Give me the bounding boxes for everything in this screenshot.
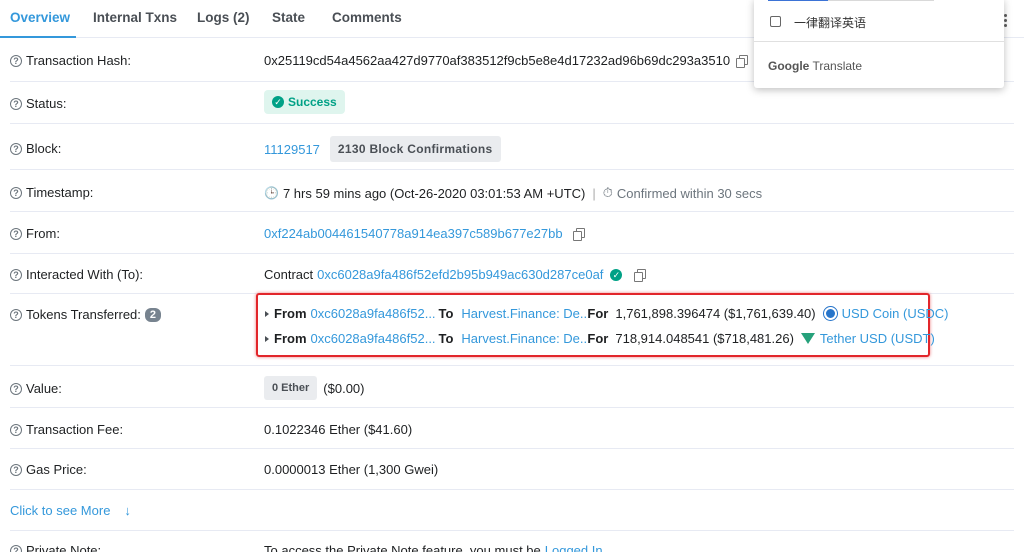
block-row: ? Block: 11129517 2130 Block Confirmations bbox=[10, 124, 1014, 170]
help-icon[interactable]: ? bbox=[10, 227, 22, 240]
timer-icon: ⏱ bbox=[602, 185, 613, 200]
private-note-label: Private Note: bbox=[26, 543, 102, 552]
gas-price-label: Gas Price: bbox=[26, 462, 87, 477]
transfer-amount: 718,914.048541 ($718,481.26) bbox=[615, 331, 794, 346]
help-icon[interactable]: ? bbox=[10, 382, 22, 395]
private-note-row: ? Private Note: To access the Private Not… bbox=[10, 531, 1014, 552]
block-confirmations-badge: 2130 Block Confirmations bbox=[329, 136, 501, 162]
token-transfer-item: From 0xc6028a9fa486f52... To Harvest.Fin… bbox=[258, 331, 935, 346]
status-badge: ✓ Success bbox=[264, 90, 345, 114]
contract-prefix: Contract bbox=[264, 267, 314, 282]
tx-hash-value: 0x25119cd54a4562aa427d9770af383512f9cb5e… bbox=[264, 53, 731, 68]
token-link[interactable]: USD Coin (USDC) bbox=[842, 306, 949, 321]
fee-row: ? Transaction Fee: 0.1022346 Ether ($41.6… bbox=[10, 408, 1014, 449]
block-label: Block: bbox=[26, 141, 62, 156]
interacted-with-row: ? Interacted With (To): Contract 0xc6028a… bbox=[10, 254, 1014, 294]
translate-popup: 一律翻译英语 Google Translate bbox=[754, 0, 1004, 88]
transfer-to-link[interactable]: Harvest.Finance: De... bbox=[461, 306, 590, 321]
status-row: ? Status: ✓ Success bbox=[10, 82, 1014, 124]
copy-icon[interactable] bbox=[736, 54, 749, 68]
from-label: From: bbox=[26, 226, 60, 241]
tx-hash-label: Transaction Hash: bbox=[26, 53, 132, 68]
token-transfers-highlight: From 0xc6028a9fa486f52... To Harvest.Fin… bbox=[256, 293, 949, 357]
see-more-row: Click to see More ↓ bbox=[10, 490, 1014, 531]
popup-divider bbox=[754, 41, 1004, 42]
timestamp-row: ? Timestamp: 🕒 7 hrs 59 mins ago (Oct-26-… bbox=[10, 170, 1014, 212]
fee-value: 0.1022346 Ether ($41.60) bbox=[264, 422, 413, 437]
transfer-from-link[interactable]: 0xc6028a9fa486f52... bbox=[311, 331, 436, 346]
timestamp-label: Timestamp: bbox=[26, 185, 94, 200]
help-icon[interactable]: ? bbox=[10, 186, 22, 199]
value-row: ? Value: 0 Ether ($0.00) bbox=[10, 366, 1014, 408]
confirmed-within: Confirmed within 30 secs bbox=[616, 185, 763, 201]
usdc-icon bbox=[822, 306, 838, 321]
value-label: Value: bbox=[26, 381, 62, 396]
popup-active-bar bbox=[768, 0, 828, 1]
help-icon[interactable]: ? bbox=[10, 268, 22, 281]
token-count-badge: 2 bbox=[144, 307, 162, 322]
transfer-from-link[interactable]: 0xc6028a9fa486f52... bbox=[311, 306, 436, 321]
help-icon[interactable]: ? bbox=[10, 463, 22, 476]
tab-internal-txns[interactable]: Internal Txns bbox=[93, 10, 177, 25]
copy-icon[interactable] bbox=[634, 268, 647, 282]
tab-comments[interactable]: Comments bbox=[332, 10, 402, 25]
google-translate-brand: Google Translate bbox=[768, 59, 863, 73]
copy-icon[interactable] bbox=[572, 227, 585, 241]
check-circle-icon: ✓ bbox=[272, 96, 284, 108]
from-row: ? From: 0xf224ab004461540778a914ea397c589… bbox=[10, 212, 1014, 254]
fee-label: Transaction Fee: bbox=[26, 422, 124, 437]
token-transfer-item: From 0xc6028a9fa486f52... To Harvest.Fin… bbox=[258, 306, 949, 321]
token-link[interactable]: Tether USD (USDT) bbox=[820, 331, 935, 346]
help-icon[interactable]: ? bbox=[10, 97, 22, 110]
tab-logs[interactable]: Logs (2) bbox=[197, 10, 250, 25]
always-translate-checkbox[interactable] bbox=[770, 16, 781, 27]
contract-address-link[interactable]: 0xc6028a9fa486f52efd2b95b949ac630d287ce0… bbox=[317, 267, 603, 282]
tokens-transferred-label: Tokens Transferred: bbox=[26, 307, 141, 322]
interacted-with-label: Interacted With (To): bbox=[26, 267, 144, 282]
timestamp-value: 7 hrs 59 mins ago (Oct-26-2020 03:01:53 … bbox=[282, 185, 586, 201]
from-address-link[interactable]: 0xf224ab004461540778a914ea397c589b677e27… bbox=[264, 226, 563, 241]
usd-value: ($0.00) bbox=[323, 380, 365, 396]
arrow-down-icon[interactable]: ↓ bbox=[124, 503, 131, 518]
help-icon[interactable]: ? bbox=[10, 544, 22, 552]
help-icon[interactable]: ? bbox=[10, 142, 22, 155]
gas-price-row: ? Gas Price: 0.0000013 Ether (1,300 Gwei) bbox=[10, 449, 1014, 490]
login-link[interactable]: Logged In bbox=[545, 543, 603, 552]
private-note-text: To access the Private Note feature, you … bbox=[264, 543, 541, 552]
block-number-link[interactable]: 11129517 bbox=[264, 142, 320, 157]
help-icon[interactable]: ? bbox=[10, 308, 22, 321]
separator: | bbox=[592, 185, 596, 201]
transfer-amount: 1,761,898.396474 ($1,761,639.40) bbox=[615, 306, 816, 321]
more-options-icon[interactable] bbox=[1004, 14, 1008, 28]
always-translate-option[interactable]: 一律翻译英语 bbox=[794, 14, 866, 31]
gas-price-value: 0.0000013 Ether (1,300 Gwei) bbox=[264, 462, 439, 477]
help-icon[interactable]: ? bbox=[10, 54, 22, 67]
verified-check-icon: ✓ bbox=[610, 268, 623, 281]
status-label: Status: bbox=[26, 96, 67, 111]
tab-overview[interactable]: Overview bbox=[10, 10, 70, 25]
popup-inactive-bar bbox=[828, 0, 934, 1]
expand-arrow-icon[interactable] bbox=[265, 310, 269, 317]
clock-icon: 🕒 bbox=[264, 186, 279, 200]
see-more-link[interactable]: Click to see More bbox=[10, 503, 110, 518]
help-icon[interactable]: ? bbox=[10, 423, 22, 436]
usdt-icon bbox=[800, 333, 815, 344]
ether-value-badge: 0 Ether bbox=[264, 376, 318, 400]
transfer-to-link[interactable]: Harvest.Finance: De... bbox=[461, 331, 590, 346]
tab-state[interactable]: State bbox=[272, 10, 305, 25]
expand-arrow-icon[interactable] bbox=[265, 335, 269, 342]
